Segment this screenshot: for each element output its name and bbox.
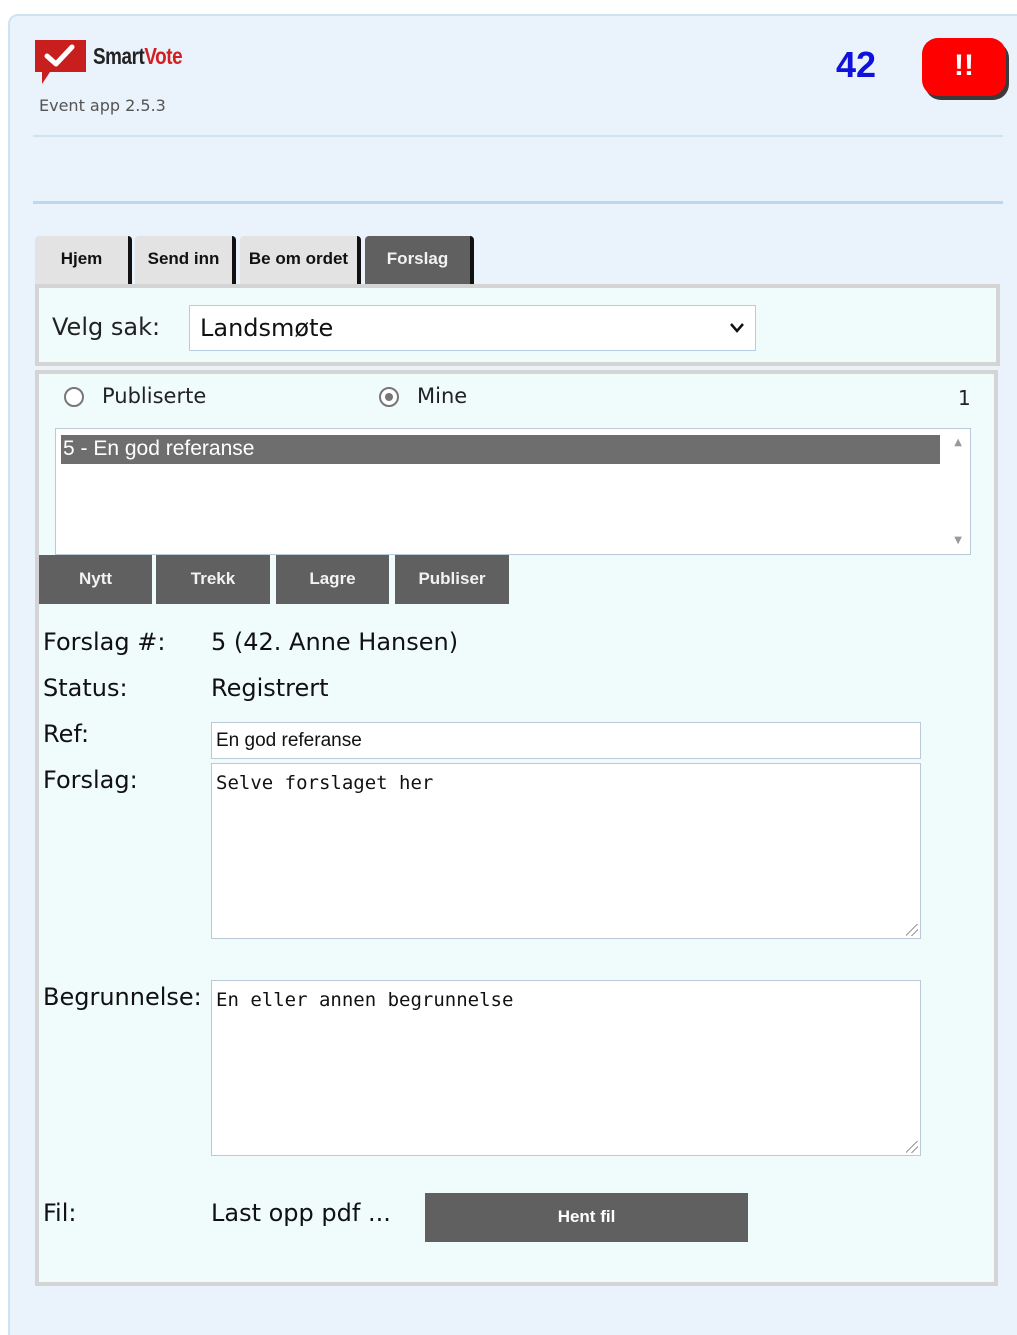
- smartvote-logo-icon: [35, 40, 86, 84]
- tab-send-inn[interactable]: Send inn: [135, 236, 236, 284]
- nav-divider: [33, 201, 1003, 204]
- brand-name-part1: Smart: [93, 43, 145, 69]
- app-version: Event app 2.5.3: [39, 96, 166, 115]
- radio-mine-label: Mine: [417, 384, 468, 408]
- case-select[interactable]: Landsmøte: [189, 305, 756, 351]
- fetch-file-button[interactable]: Hent fil: [425, 1193, 748, 1242]
- tab-be-om-ordet[interactable]: Be om ordet: [240, 236, 361, 284]
- proposal-number-label: Forslag #:: [43, 628, 166, 656]
- participant-number: 42: [836, 44, 877, 85]
- withdraw-button[interactable]: Trekk: [156, 555, 270, 604]
- file-label: Fil:: [43, 1199, 77, 1227]
- proposal-text: Selve forslaget her: [216, 772, 434, 794]
- tab-hjem[interactable]: Hjem: [35, 236, 132, 284]
- brand-name: SmartVote: [93, 43, 183, 70]
- new-button[interactable]: Nytt: [39, 555, 152, 604]
- header-divider: [33, 135, 1003, 137]
- radio-published-label: Publiserte: [102, 384, 207, 408]
- radio-published[interactable]: [64, 387, 84, 407]
- ref-label: Ref:: [43, 720, 90, 748]
- resize-grip-icon[interactable]: [906, 1141, 918, 1153]
- proposal-number-value: 5 (42. Anne Hansen): [211, 628, 459, 656]
- reason-textarea[interactable]: En eller annen begrunnelse: [211, 980, 921, 1156]
- resize-grip-icon[interactable]: [906, 924, 918, 936]
- status-label: Status:: [43, 674, 128, 702]
- reason-label: Begrunnelse:: [43, 983, 202, 1011]
- case-select-label: Velg sak:: [52, 313, 161, 341]
- scrollbar[interactable]: ▲ ▼: [941, 429, 970, 554]
- proposal-textarea[interactable]: Selve forslaget her: [211, 763, 921, 939]
- tab-forslag[interactable]: Forslag: [365, 236, 474, 284]
- save-button[interactable]: Lagre: [276, 555, 389, 604]
- list-item[interactable]: 5 - En god referanse: [61, 435, 940, 464]
- brand-name-part2: Vote: [144, 43, 183, 69]
- ref-input[interactable]: En god referanse: [211, 722, 921, 759]
- radio-mine[interactable]: [379, 387, 399, 407]
- publish-button[interactable]: Publiser: [395, 555, 509, 604]
- status-value: Registrert: [211, 674, 329, 702]
- chevron-down-icon: [729, 306, 745, 367]
- scroll-down-icon[interactable]: ▼: [954, 535, 962, 546]
- file-upload-text[interactable]: Last opp pdf ...: [211, 1199, 391, 1227]
- alert-button[interactable]: !!: [922, 38, 1006, 96]
- proposal-text-label: Forslag:: [43, 766, 138, 794]
- case-select-value: Landsmøte: [200, 314, 334, 342]
- reason-text: En eller annen begrunnelse: [216, 989, 514, 1011]
- proposal-count: 1: [958, 386, 971, 410]
- proposal-list[interactable]: 5 - En god referanse ▲ ▼: [55, 428, 971, 555]
- scroll-up-icon[interactable]: ▲: [954, 437, 962, 448]
